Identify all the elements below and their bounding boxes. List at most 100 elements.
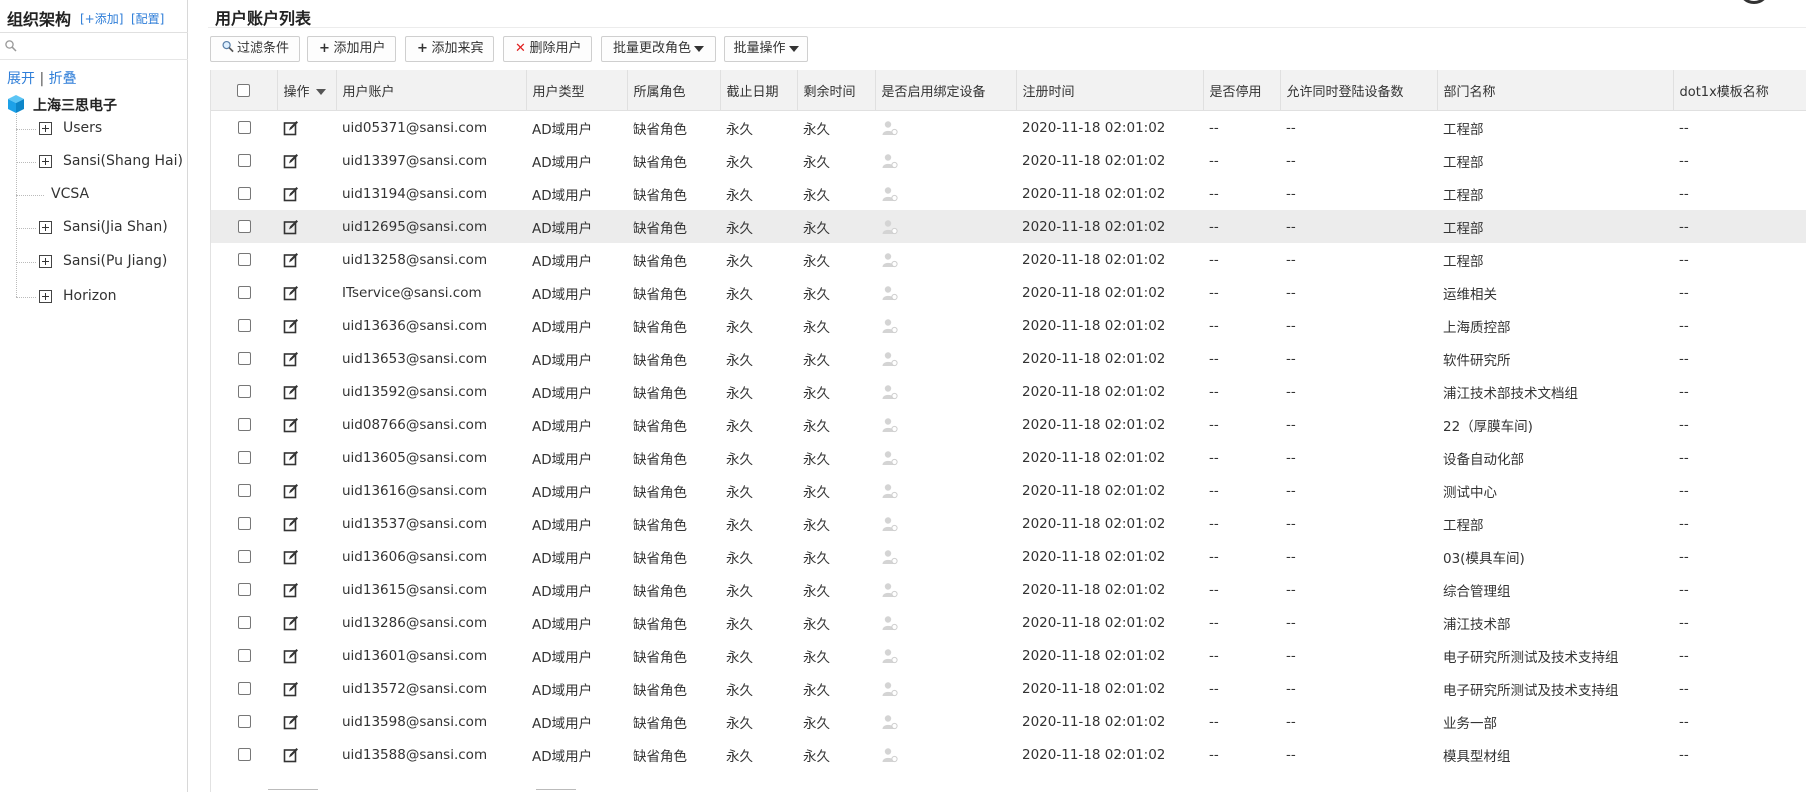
row-checkbox[interactable] xyxy=(237,319,251,332)
row-checkbox[interactable] xyxy=(237,451,251,464)
tree-node-sansi-pujiang[interactable]: Sansi(Pu Jiang) xyxy=(0,253,186,273)
row-checkbox[interactable] xyxy=(237,583,251,596)
row-checkbox[interactable] xyxy=(237,121,251,134)
org-add-link[interactable]: [+添加] xyxy=(80,10,123,27)
table-row[interactable]: uid05371@sansi.com AD域用户 缺省角色 永久 永久 2020-11-1… xyxy=(211,111,1806,145)
caret-down-icon[interactable] xyxy=(315,89,326,95)
col-bind-device[interactable]: 是否启用绑定设备 xyxy=(875,70,1017,111)
table-row[interactable]: uid13601@sansi.com AD域用户 缺省角色 永久 永久 2020-11-1… xyxy=(211,639,1806,672)
edit-icon[interactable] xyxy=(283,681,299,697)
row-checkbox[interactable] xyxy=(237,352,251,365)
edit-icon[interactable] xyxy=(283,120,299,136)
tree-node-users[interactable]: Users xyxy=(0,120,186,140)
col-dot1x[interactable]: dot1x模板名称 xyxy=(1673,70,1806,111)
row-checkbox[interactable] xyxy=(237,682,251,695)
row-checkbox[interactable] xyxy=(237,220,251,233)
edit-icon[interactable] xyxy=(283,582,299,598)
table-row[interactable]: uid13616@sansi.com AD域用户 缺省角色 永久 永久 2020-11-1… xyxy=(211,474,1806,507)
edit-icon[interactable] xyxy=(283,153,299,169)
col-disabled[interactable]: 是否停用 xyxy=(1203,70,1281,111)
user-table-container[interactable]: 操作 用户账户 用户类型 所属角色 截止日期 剩余时间 是否启用绑定设备 注册时… xyxy=(210,70,1806,792)
table-row[interactable]: uid13606@sansi.com AD域用户 缺省角色 永久 永久 2020-11-1… xyxy=(211,540,1806,573)
table-row[interactable]: uid08766@sansi.com AD域用户 缺省角色 永久 永久 2020-11-1… xyxy=(211,408,1806,441)
batch-ops-dropdown[interactable]: 批量操作 xyxy=(724,36,808,62)
col-reg-time[interactable]: 注册时间 xyxy=(1016,70,1204,111)
org-search-input[interactable] xyxy=(20,37,184,57)
table-row[interactable]: uid13598@sansi.com AD域用户 缺省角色 永久 永久 2020-11-1… xyxy=(211,705,1806,738)
tree-node-sansi-shanghai[interactable]: Sansi(Shang Hai) xyxy=(0,153,186,173)
user-device-icon xyxy=(882,516,898,531)
table-row[interactable]: uid13286@sansi.com AD域用户 缺省角色 永久 永久 2020-11-1… xyxy=(211,606,1806,639)
org-config-link[interactable]: [配置] xyxy=(131,10,164,27)
edit-icon[interactable] xyxy=(283,549,299,565)
edit-icon[interactable] xyxy=(283,648,299,664)
edit-icon[interactable] xyxy=(283,318,299,334)
cell-account: uid13258@sansi.com xyxy=(342,251,488,268)
table-row[interactable]: uid13258@sansi.com AD域用户 缺省角色 永久 永久 2020-11-1… xyxy=(211,243,1806,276)
row-checkbox[interactable] xyxy=(237,154,251,167)
table-row[interactable]: ITservice@sansi.com AD域用户 缺省角色 永久 永久 2020-11-… xyxy=(211,276,1806,309)
edit-icon[interactable] xyxy=(283,219,299,235)
expand-plus-icon[interactable] xyxy=(39,255,52,268)
edit-icon[interactable] xyxy=(283,252,299,268)
table-row[interactable]: uid13572@sansi.com AD域用户 缺省角色 永久 永久 2020-11-1… xyxy=(211,672,1806,705)
select-all-checkbox[interactable] xyxy=(237,83,251,97)
row-checkbox[interactable] xyxy=(237,616,251,629)
col-type[interactable]: 用户类型 xyxy=(526,70,628,111)
filter-button[interactable]: 过滤条件 xyxy=(210,36,300,62)
row-checkbox[interactable] xyxy=(237,418,251,431)
table-row[interactable]: uid12695@sansi.com AD域用户 缺省角色 永久 永久 2020-11-1… xyxy=(211,210,1806,243)
col-account[interactable]: 用户账户 xyxy=(336,70,527,111)
edit-icon[interactable] xyxy=(283,285,299,301)
col-dept[interactable]: 部门名称 xyxy=(1437,70,1674,111)
edit-icon[interactable] xyxy=(283,450,299,466)
col-op[interactable]: 操作 xyxy=(277,70,337,111)
table-row[interactable]: uid13653@sansi.com AD域用户 缺省角色 永久 永久 2020-11-1… xyxy=(211,342,1806,375)
delete-user-button[interactable]: ✕ 删除用户 xyxy=(503,36,592,62)
table-row[interactable]: uid13588@sansi.com AD域用户 缺省角色 永久 永久 2020-11-1… xyxy=(211,738,1806,771)
row-checkbox[interactable] xyxy=(237,517,251,530)
col-role[interactable]: 所属角色 xyxy=(627,70,721,111)
expand-plus-icon[interactable] xyxy=(39,221,52,234)
row-checkbox[interactable] xyxy=(237,649,251,662)
tree-node-horizon[interactable]: Horizon xyxy=(0,288,186,308)
table-row[interactable]: uid13537@sansi.com AD域用户 缺省角色 永久 永久 2020-11-1… xyxy=(211,507,1806,540)
row-checkbox[interactable] xyxy=(237,748,251,761)
edit-icon[interactable] xyxy=(283,747,299,763)
expand-plus-icon[interactable] xyxy=(39,290,52,303)
table-row[interactable]: uid13194@sansi.com AD域用户 缺省角色 永久 永久 2020-11-1… xyxy=(211,177,1806,210)
row-checkbox[interactable] xyxy=(237,715,251,728)
row-checkbox[interactable] xyxy=(237,484,251,497)
edit-icon[interactable] xyxy=(283,417,299,433)
edit-icon[interactable] xyxy=(283,186,299,202)
table-row[interactable]: uid13636@sansi.com AD域用户 缺省角色 永久 永久 2020-11-1… xyxy=(211,309,1806,342)
add-guest-button[interactable]: + 添加来宾 xyxy=(405,36,494,62)
edit-icon[interactable] xyxy=(283,615,299,631)
expand-all-link[interactable]: 展开 xyxy=(7,71,35,87)
row-checkbox[interactable] xyxy=(237,550,251,563)
edit-icon[interactable] xyxy=(283,483,299,499)
row-checkbox[interactable] xyxy=(237,385,251,398)
table-row[interactable]: uid13592@sansi.com AD域用户 缺省角色 永久 永久 2020-11-1… xyxy=(211,375,1806,408)
row-checkbox[interactable] xyxy=(237,253,251,266)
collapse-all-link[interactable]: 折叠 xyxy=(49,71,77,87)
row-checkbox[interactable] xyxy=(237,286,251,299)
tree-node-vcsa[interactable]: VCSA xyxy=(0,186,186,206)
row-checkbox[interactable] xyxy=(237,187,251,200)
col-concurrent[interactable]: 允许同时登陆设备数 xyxy=(1280,70,1438,111)
edit-icon[interactable] xyxy=(283,516,299,532)
col-deadline[interactable]: 截止日期 xyxy=(720,70,798,111)
edit-icon[interactable] xyxy=(283,384,299,400)
cell-deadline: 永久 xyxy=(726,187,753,204)
batch-change-role-dropdown[interactable]: 批量更改角色 xyxy=(601,36,716,62)
col-remaining[interactable]: 剩余时间 xyxy=(797,70,876,111)
table-row[interactable]: uid13397@sansi.com AD域用户 缺省角色 永久 永久 2020-11-1… xyxy=(211,144,1806,177)
expand-plus-icon[interactable] xyxy=(39,155,52,168)
table-row[interactable]: uid13605@sansi.com AD域用户 缺省角色 永久 永久 2020-11-1… xyxy=(211,441,1806,474)
table-row[interactable]: uid13615@sansi.com AD域用户 缺省角色 永久 永久 2020-11-1… xyxy=(211,573,1806,606)
edit-icon[interactable] xyxy=(283,714,299,730)
add-user-button[interactable]: + 添加用户 xyxy=(307,36,396,62)
tree-node-sansi-jiashan[interactable]: Sansi(Jia Shan) xyxy=(0,219,186,239)
edit-icon[interactable] xyxy=(283,351,299,367)
expand-plus-icon[interactable] xyxy=(39,122,52,135)
